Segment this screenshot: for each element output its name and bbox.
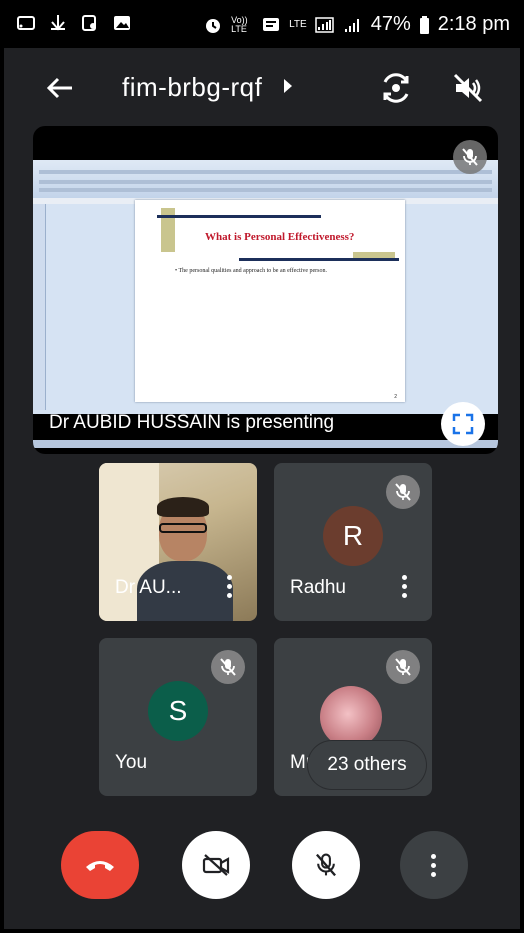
battery-percent: 47% (370, 13, 411, 35)
participant-tile-dr-aubid[interactable]: Dr AU... (99, 463, 257, 621)
screen-record-icon (82, 15, 96, 31)
others-count-pill[interactable]: 23 others (308, 741, 426, 789)
presenter-label: Dr AUBID HUSSAIN is presenting (49, 412, 335, 433)
participant-name: Radhu (290, 577, 346, 598)
slide-bullet: • The personal qualities and approach to… (175, 268, 327, 274)
participant-tile-you[interactable]: S You (99, 638, 257, 796)
mic-toggle-button[interactable] (292, 831, 360, 899)
more-options-icon[interactable] (227, 575, 233, 599)
mic-off-icon (316, 853, 336, 877)
camera-off-icon (202, 854, 230, 876)
camera-toggle-button[interactable] (182, 831, 250, 899)
app-window: Vo)) LTE LTE 47% 2:18 pm fim-brbg-rqf Wh… (4, 4, 520, 929)
presenter-mic-off-badge (453, 140, 487, 174)
mic-off-badge (211, 650, 245, 684)
slide: What is Personal Effectiveness? • The pe… (135, 200, 405, 402)
presentation-tile[interactable]: What is Personal Effectiveness? • The pe… (33, 126, 498, 454)
fullscreen-button[interactable] (441, 402, 485, 446)
avatar: R (323, 506, 383, 566)
participant-photo (320, 686, 382, 748)
end-call-button[interactable] (61, 831, 139, 899)
more-options-icon[interactable] (402, 575, 408, 599)
slide-thumbnails (33, 204, 46, 410)
image-icon (114, 16, 130, 30)
mic-off-badge (386, 475, 420, 509)
mic-off-icon (395, 483, 411, 501)
alarm-icon (206, 18, 221, 33)
mic-off-icon (395, 658, 411, 676)
more-options-icon (431, 853, 437, 877)
meeting-details-arrow-icon[interactable] (284, 79, 292, 93)
speaker-off-icon[interactable] (450, 70, 486, 106)
back-arrow-icon[interactable] (44, 72, 76, 104)
usb-icon (51, 15, 65, 31)
status-bar: Vo)) LTE LTE 47% 2:18 pm (4, 4, 520, 48)
more-options-button[interactable] (400, 831, 468, 899)
clock: 2:18 pm (437, 13, 510, 35)
signal-bars-icon (344, 18, 359, 32)
participant-name: You (115, 752, 148, 773)
battery-icon (419, 15, 429, 34)
shared-screen: What is Personal Effectiveness? • The pe… (33, 160, 498, 448)
switch-camera-icon[interactable] (378, 70, 414, 106)
slide-title: What is Personal Effectiveness? (205, 231, 355, 243)
fullscreen-icon (452, 413, 474, 435)
end-call-icon (86, 861, 114, 871)
meeting-header: fim-brbg-rqf (4, 56, 520, 120)
messages-icon (263, 17, 280, 31)
mic-off-icon (220, 658, 236, 676)
volte-label: Vo)) LTE (231, 14, 248, 34)
cast-icon (17, 16, 35, 30)
slide-page-number: 2 (394, 394, 397, 400)
participant-name: Dr AU... (115, 577, 182, 598)
avatar: S (148, 681, 208, 741)
app-status-strip (33, 440, 498, 448)
mic-off-badge (386, 650, 420, 684)
lte-label: LTE (289, 19, 307, 30)
meeting-code[interactable]: fim-brbg-rqf (122, 72, 262, 103)
app-ribbon (33, 160, 498, 199)
signal-icon (314, 16, 334, 33)
mic-off-icon (462, 148, 478, 166)
participant-tile-radhu[interactable]: R Radhu (274, 463, 432, 621)
